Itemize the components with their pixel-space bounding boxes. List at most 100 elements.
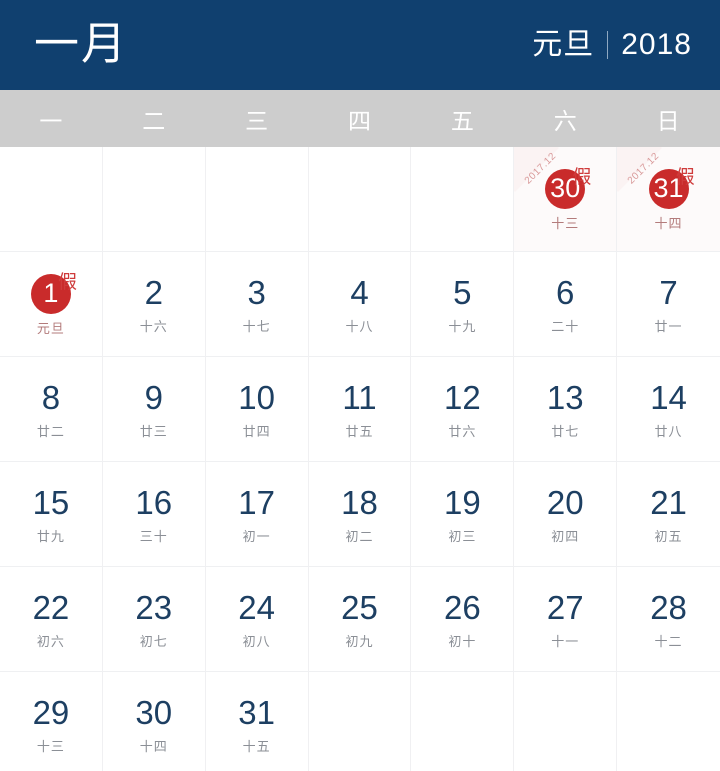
day-cell-empty: [308, 147, 412, 252]
day-cell[interactable]: 16 三十: [102, 462, 206, 567]
day-cell[interactable]: 2017.12 假 31 十四: [617, 147, 720, 252]
day-lunar-label: 十四: [654, 215, 683, 231]
day-number: 8: [41, 378, 61, 416]
title-bar-right-group: 元旦 2018: [532, 30, 692, 60]
day-number: 27: [546, 588, 584, 626]
day-cell[interactable]: 假 1 元旦: [0, 252, 103, 357]
day-number: 28: [650, 588, 687, 626]
day-cell[interactable]: 21 初五: [617, 462, 720, 567]
day-lunar-label: 廿九: [36, 528, 65, 544]
day-lunar-label: 初十: [448, 633, 477, 649]
day-cell[interactable]: 29 十三: [0, 672, 103, 771]
weekday-header-cell-7: 日: [656, 107, 681, 134]
day-lunar-label: 十四: [139, 738, 168, 754]
day-cell[interactable]: 30 十四: [102, 672, 206, 771]
day-cell[interactable]: 31 十五: [205, 672, 309, 771]
day-number: 3: [247, 273, 266, 311]
day-cell[interactable]: 10 廿四: [205, 357, 309, 462]
day-lunar-label: 十六: [139, 318, 168, 334]
day-number: 10: [238, 378, 275, 416]
day-cell[interactable]: 15 廿九: [0, 462, 103, 567]
day-cell[interactable]: 27 十一: [514, 567, 618, 672]
header-year-label: 2018: [621, 28, 692, 61]
day-number: 22: [32, 588, 70, 626]
day-number: 4: [350, 273, 369, 311]
day-cell[interactable]: 8 廿二: [0, 357, 103, 462]
weekday-header-row: 一二三四五六日: [0, 90, 720, 147]
day-lunar-label: 十七: [242, 318, 271, 334]
day-lunar-label: 十八: [345, 318, 374, 334]
day-number: 9: [144, 378, 163, 416]
day-cell[interactable]: 5 十九: [411, 252, 515, 357]
day-cell-empty: [514, 672, 618, 771]
day-number: 25: [341, 588, 378, 626]
day-cell[interactable]: 2017.12 假 30 十三: [514, 147, 618, 252]
day-cell[interactable]: 19 初三: [411, 462, 515, 567]
day-cell-empty: [411, 672, 515, 771]
day-number: 18: [341, 483, 378, 521]
day-lunar-label: 初八: [242, 633, 271, 649]
day-cell[interactable]: 7 廿一: [617, 252, 720, 357]
day-lunar-label: 初六: [36, 633, 65, 649]
day-lunar-label: 十三: [551, 215, 580, 231]
day-number: 11: [342, 378, 377, 416]
day-lunar-label: 十一: [551, 633, 580, 649]
day-lunar-label: 二十: [551, 318, 580, 334]
holiday-badge: 假: [675, 167, 695, 188]
day-cell-empty: [205, 147, 309, 252]
calendar-app: 一月 元旦 2018 一二三四五六日 2017.12 假 30 十三 2017.12 假 3…: [0, 0, 720, 771]
day-cell[interactable]: 24 初八: [205, 567, 309, 672]
day-number: 31: [238, 693, 275, 731]
day-number: 12: [443, 378, 481, 416]
day-number: 14: [650, 378, 687, 416]
day-lunar-label: 廿四: [242, 423, 271, 439]
day-cell[interactable]: 28 十二: [617, 567, 720, 672]
day-number: 17: [238, 483, 275, 521]
weekday-header-cell-5: 五: [450, 107, 475, 134]
day-cell[interactable]: 20 初四: [514, 462, 618, 567]
day-cell[interactable]: 23 初七: [102, 567, 206, 672]
day-number: 16: [135, 483, 173, 521]
day-lunar-label: 廿五: [345, 423, 374, 439]
day-cell-empty: [102, 147, 206, 252]
day-number: 24: [238, 588, 275, 626]
weekday-header-cell-3: 三: [245, 107, 270, 134]
day-number: 20: [546, 483, 584, 521]
day-lunar-label: 元旦: [36, 320, 65, 336]
day-cell-empty: [0, 147, 103, 252]
day-number: 7: [659, 273, 678, 311]
day-cell[interactable]: 3 十七: [205, 252, 309, 357]
day-number: 13: [546, 378, 584, 416]
day-lunar-label: 廿七: [551, 423, 580, 439]
day-lunar-label: 十五: [242, 738, 271, 754]
day-number: 15: [32, 483, 70, 521]
day-lunar-label: 初二: [345, 528, 374, 544]
day-cell-empty: [308, 672, 412, 771]
day-cell[interactable]: 9 廿三: [102, 357, 206, 462]
day-number: 23: [135, 588, 173, 626]
day-cell[interactable]: 26 初十: [411, 567, 515, 672]
day-lunar-label: 三十: [139, 528, 168, 544]
day-number: 26: [443, 588, 481, 626]
day-cell-empty: [411, 147, 515, 252]
day-cell[interactable]: 18 初二: [308, 462, 412, 567]
day-cell[interactable]: 17 初一: [205, 462, 309, 567]
day-cell[interactable]: 11 廿五: [308, 357, 412, 462]
day-cell[interactable]: 14 廿八: [617, 357, 720, 462]
day-cell[interactable]: 2 十六: [102, 252, 206, 357]
holiday-badge: 假: [572, 167, 592, 188]
day-lunar-label: 廿一: [654, 318, 683, 334]
day-cell[interactable]: 4 十八: [308, 252, 412, 357]
day-lunar-label: 十二: [654, 633, 683, 649]
header-festival-label: 元旦: [532, 28, 595, 61]
day-cell[interactable]: 6 二十: [514, 252, 618, 357]
day-lunar-label: 廿八: [654, 423, 683, 439]
day-cell[interactable]: 22 初六: [0, 567, 103, 672]
day-cell[interactable]: 25 初九: [308, 567, 412, 672]
day-lunar-label: 初三: [448, 528, 477, 544]
day-cell-empty: [617, 672, 720, 771]
day-lunar-label: 初四: [551, 528, 580, 544]
day-cell[interactable]: 13 廿七: [514, 357, 618, 462]
day-cell[interactable]: 12 廿六: [411, 357, 515, 462]
day-number: 19: [443, 483, 481, 521]
